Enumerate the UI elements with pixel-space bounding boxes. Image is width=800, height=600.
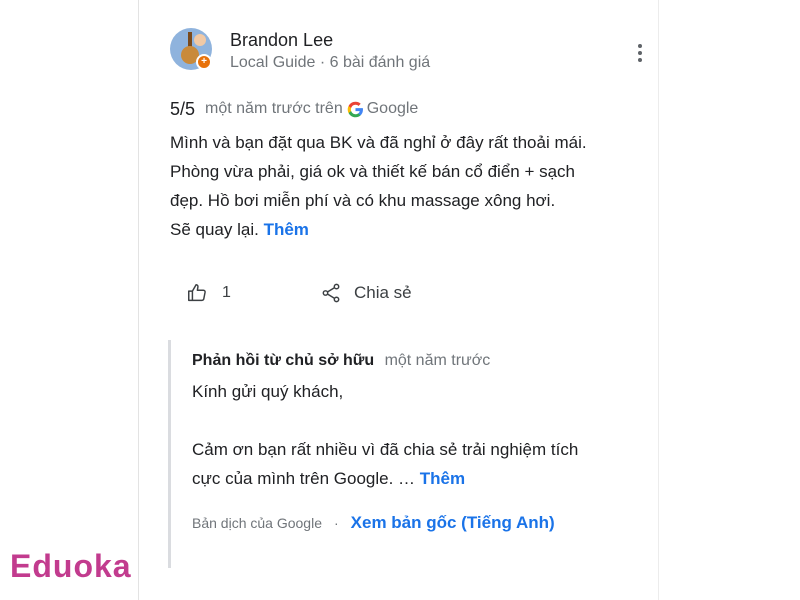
rating-row: 5/5 một năm trước trên Google [170,98,418,120]
reviewer-name[interactable]: Brandon Lee [230,30,333,51]
see-original-link[interactable]: Xem bản gốc (Tiếng Anh) [351,513,555,533]
share-label: Chia sẻ [354,283,412,302]
review-line: Sẽ quay lại. [170,220,259,239]
review-line: Phòng vừa phải, giá ok và thiết kế bán c… [170,162,576,181]
owner-line: Cảm ơn bạn rất nhiều vì đã chia sẻ trải … [192,440,579,459]
review-more-link[interactable]: Thêm [264,220,309,239]
more-options-button[interactable] [632,42,648,64]
review-source: Google [366,100,419,117]
owner-greeting: Kính gửi quý khách, [192,382,344,401]
owner-response-time: một năm trước [384,352,491,369]
translation-note: Bản dịch của Google [192,515,322,531]
owner-more-link[interactable]: Thêm [420,469,465,488]
review-text: Mình và bạn đặt qua BK và đã nghỉ ở đây … [170,128,650,244]
owner-blank-line [192,406,632,435]
reviewer-meta: Local Guide · 6 bài đánh giá [230,54,431,71]
more-vert-dot [638,58,642,62]
owner-line: cực của mình trên Google. … [192,469,416,488]
translation-row: Bản dịch của Google · Xem bản gốc (Tiếng… [192,513,555,533]
share-icon [322,283,340,303]
avatar-head [194,34,206,46]
left-divider [138,0,139,600]
owner-response-header: Phản hồi từ chủ sở hữu một năm trước [192,352,490,370]
share-button[interactable]: Chia sẻ [320,282,412,304]
more-vert-icon [638,44,642,48]
separator-dot: · [333,515,339,531]
local-guide-badge-icon: + [196,54,212,70]
owner-line-last: cực của mình trên Google. … Thêm [192,464,632,493]
owner-response-bar [168,340,171,568]
brand-watermark: Eduoka [10,548,132,584]
review-line: đẹp. Hồ bơi miễn phí và có khu massage x… [170,191,556,210]
owner-response-title: Phản hồi từ chủ sở hữu [192,352,375,369]
rating-value: 5/5 [170,98,196,119]
google-g-icon [347,101,363,117]
review-line-last: Sẽ quay lại. Thêm [170,215,650,244]
review-time: một năm trước trên [205,100,343,117]
thumb-up-icon [188,284,206,302]
more-vert-dot [638,51,642,55]
like-button[interactable]: 1 [186,282,231,304]
review-line: Mình và bạn đặt qua BK và đã nghỉ ở đây … [170,133,587,152]
like-count: 1 [222,284,231,301]
owner-response-text: Kính gửi quý khách, Cảm ơn bạn rất nhiều… [192,377,632,493]
right-divider [658,0,659,600]
